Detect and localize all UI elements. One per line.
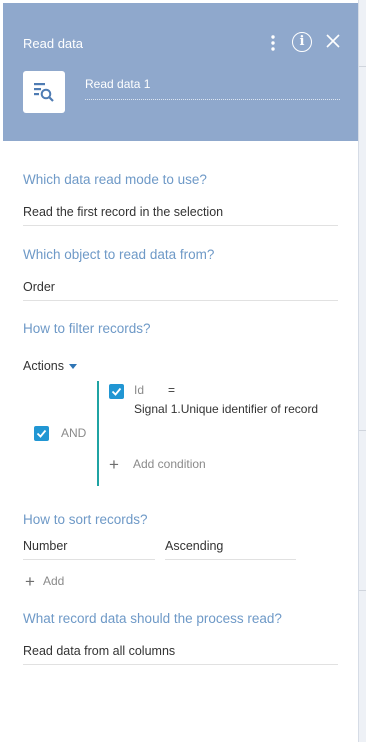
- actions-menu[interactable]: Actions: [23, 359, 77, 373]
- group-operator-label[interactable]: AND: [61, 426, 86, 440]
- background-canvas-edge: [359, 0, 366, 742]
- actions-label: Actions: [23, 359, 64, 373]
- close-icon[interactable]: [326, 34, 340, 48]
- caret-down-icon: [69, 364, 77, 370]
- columns-question: What record data should the process read…: [23, 611, 282, 626]
- condition-column[interactable]: Id: [134, 383, 144, 397]
- sort-direction-field[interactable]: Ascending: [165, 537, 296, 560]
- object-question: Which object to read data from?: [23, 247, 215, 262]
- read-mode-field[interactable]: Read the first record in the selection: [23, 203, 338, 226]
- info-icon[interactable]: i: [292, 32, 312, 52]
- more-options-icon[interactable]: [267, 33, 279, 53]
- condition-value[interactable]: Signal 1.Unique identifier of record: [134, 401, 324, 418]
- condition-checkbox[interactable]: [109, 384, 124, 399]
- plus-icon[interactable]: +: [109, 456, 119, 473]
- condition-operator[interactable]: =: [168, 383, 175, 397]
- columns-field[interactable]: Read data from all columns: [23, 642, 338, 665]
- canvas-line: [359, 590, 366, 591]
- element-name-field[interactable]: Read data 1: [85, 75, 340, 100]
- object-field[interactable]: Order: [23, 278, 338, 301]
- canvas-line: [359, 66, 366, 67]
- plus-icon[interactable]: +: [25, 573, 35, 590]
- read-data-panel: Read data i Read data 1 Which data read …: [0, 0, 359, 742]
- panel-title: Read data: [23, 36, 83, 51]
- read-data-element-icon: [23, 71, 65, 113]
- sort-column-field[interactable]: Number: [23, 537, 155, 560]
- filter-group-bracket: [97, 381, 99, 486]
- add-sort-button[interactable]: Add: [43, 574, 64, 588]
- filter-question: How to filter records?: [23, 321, 151, 336]
- group-checkbox[interactable]: [34, 426, 49, 441]
- read-mode-question: Which data read mode to use?: [23, 172, 207, 187]
- canvas-line: [359, 430, 366, 431]
- add-condition-button[interactable]: Add condition: [133, 457, 206, 471]
- panel-header: Read data i Read data 1: [3, 3, 358, 141]
- sort-question: How to sort records?: [23, 512, 148, 527]
